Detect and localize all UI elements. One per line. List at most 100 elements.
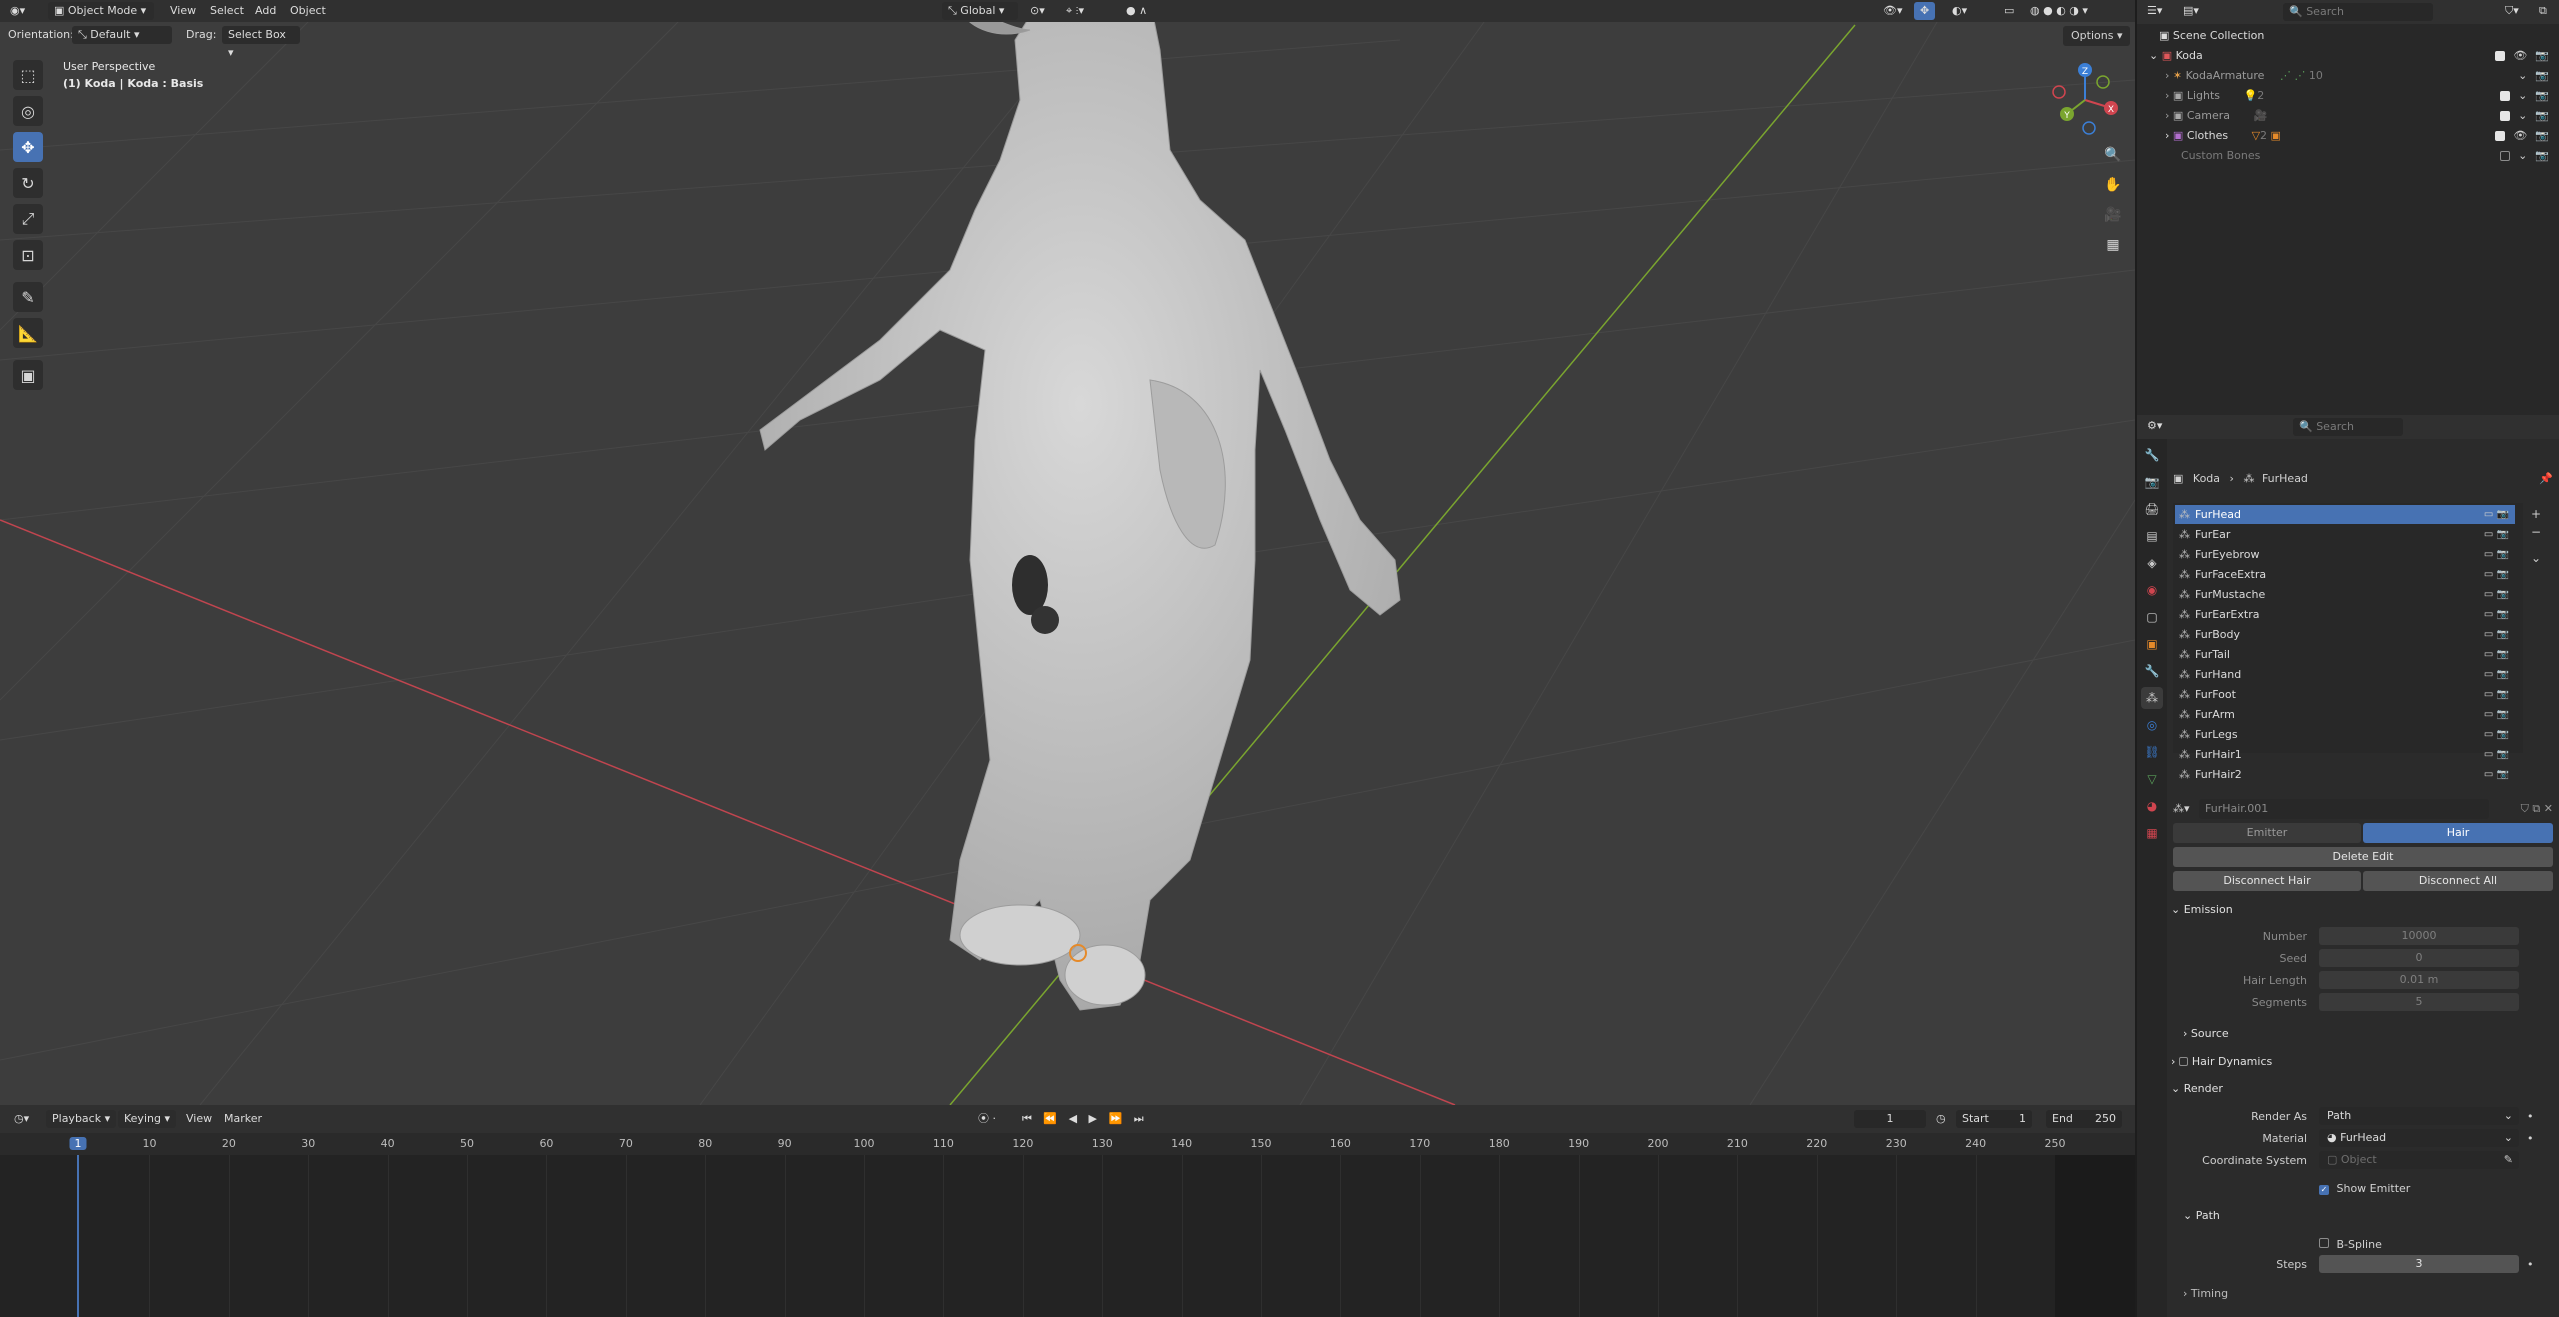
hair-length-field[interactable]: 0.01 m: [2319, 971, 2519, 989]
world-tab-icon[interactable]: ◉: [2141, 579, 2163, 601]
properties-search[interactable]: 🔍 Search: [2293, 418, 2403, 436]
display-mode-icon[interactable]: ▤▾: [2177, 2, 2205, 20]
coordinate-system-field[interactable]: ▢ Object ✎: [2319, 1151, 2519, 1169]
editor-type-icon[interactable]: ◉▾: [4, 2, 31, 20]
tool-tab-icon[interactable]: 🔧: [2141, 444, 2163, 466]
end-frame-field[interactable]: End 250: [2046, 1110, 2122, 1128]
particles-tab-icon[interactable]: ⁂: [2141, 687, 2163, 709]
particle-system-item[interactable]: ⁂ FurHair1 ▭ 📷: [2175, 745, 2515, 764]
particle-system-item[interactable]: ⁂ FurHead ▭ 📷: [2175, 505, 2515, 524]
particle-system-item[interactable]: ⁂ FurHair2 ▭ 📷: [2175, 765, 2515, 784]
shading-modes[interactable]: ◍ ● ◐ ◑ ▾: [2024, 2, 2094, 20]
start-frame-field[interactable]: Start 1: [1956, 1110, 2032, 1128]
filter-icon[interactable]: ⛉▾: [2499, 2, 2525, 20]
outliner-item-lights[interactable]: › ▣ Lights 💡2 ⌄ 📷: [2137, 86, 2559, 106]
disconnect-hair-button[interactable]: Disconnect Hair: [2173, 871, 2361, 891]
move-tool[interactable]: ✥: [13, 132, 43, 162]
path-subpanel-header[interactable]: ⌄ Path: [2183, 1205, 2559, 1227]
playhead-line[interactable]: [77, 1155, 79, 1317]
new-collection-icon[interactable]: ⧉: [2533, 2, 2553, 20]
particle-system-item[interactable]: ⁂ FurArm ▭ 📷: [2175, 705, 2515, 724]
select-box-tool[interactable]: ⬚: [13, 60, 43, 90]
orientation-dropdown[interactable]: ⤡ Default ▾: [72, 26, 172, 44]
bspline-row[interactable]: B-Spline: [2319, 1233, 2519, 1253]
transform-tool[interactable]: ⊡: [13, 240, 43, 270]
texture-tab-icon[interactable]: ▦: [2141, 822, 2163, 844]
object-tab-icon[interactable]: ▣: [2141, 633, 2163, 655]
xray-icon[interactable]: ▭: [1998, 2, 2020, 20]
properties-editor[interactable]: ⚙▾ 🔍 Search 🔧 📷 🖨 ▤ ◈ ◉ ▢ ▣ 🔧 ⁂ ◎ ⛓ ▽ ◕ …: [2137, 415, 2559, 1317]
scene-collection-row[interactable]: ▣ Scene Collection: [2137, 26, 2559, 46]
outliner-item-custom-bones[interactable]: Custom Bones ⌄ 📷: [2137, 146, 2559, 166]
options-button[interactable]: Options ▾: [2063, 26, 2131, 46]
render-as-anim-dot[interactable]: •: [2527, 1107, 2534, 1127]
clock-icon[interactable]: ◷: [1930, 1110, 1952, 1128]
rotate-tool[interactable]: ↻: [13, 168, 43, 198]
fake-user-icon[interactable]: ⛉ ⧉ ✕: [2521, 799, 2553, 819]
navigation-gizmo[interactable]: Z X Y: [2045, 60, 2125, 140]
zoom-icon[interactable]: 🔍: [2100, 142, 2126, 168]
particle-visibility-toggles[interactable]: ▭ 📷: [2484, 645, 2509, 664]
particle-system-item[interactable]: ⁂ FurEarExtra ▭ 📷: [2175, 605, 2515, 624]
outliner[interactable]: ☰▾ ▤▾ 🔍 Search ⛉▾ ⧉ ▣ Scene Collection ⌄…: [2137, 0, 2559, 415]
properties-editor-type-icon[interactable]: ⚙▾: [2141, 417, 2168, 435]
particle-system-item[interactable]: ⁂ FurEar ▭ 📷: [2175, 525, 2515, 544]
camera-view-icon[interactable]: 🎥: [2100, 202, 2126, 228]
particle-visibility-toggles[interactable]: ▭ 📷: [2484, 605, 2509, 624]
overlays-icon[interactable]: ◐▾: [1946, 2, 1973, 20]
clothes-toggles[interactable]: 👁 📷: [2495, 126, 2549, 146]
render-as-dropdown[interactable]: Path ⌄: [2319, 1107, 2519, 1125]
outliner-item-camera[interactable]: › ▣ Camera 🎥 ⌄ 📷: [2137, 106, 2559, 126]
measure-tool[interactable]: 📐: [13, 318, 43, 348]
seed-field[interactable]: 0: [2319, 949, 2519, 967]
playback-controls[interactable]: ⏮ ⏪ ◀ ▶ ⏩ ⏭: [1016, 1110, 1154, 1128]
scale-tool[interactable]: ⤢: [13, 204, 43, 234]
add-particle-system-icon[interactable]: +: [2527, 505, 2545, 523]
particle-system-item[interactable]: ⁂ FurFaceExtra ▭ 📷: [2175, 565, 2515, 584]
disconnect-all-button[interactable]: Disconnect All: [2363, 871, 2553, 891]
playhead-frame-label[interactable]: 1: [69, 1137, 87, 1150]
timeline-body[interactable]: [0, 1155, 2135, 1317]
snap-icon[interactable]: ⌖ ⫶▾: [1060, 2, 1090, 20]
proportional-edit-icon[interactable]: ● ∧: [1120, 2, 1153, 20]
hair-dynamics-checkbox[interactable]: [2178, 1057, 2188, 1066]
menu-view[interactable]: View: [164, 2, 202, 20]
outliner-item-koda[interactable]: ⌄ ▣ Koda 👁 📷: [2137, 46, 2559, 66]
particle-visibility-toggles[interactable]: ▭ 📷: [2484, 565, 2509, 584]
delete-edit-button[interactable]: Delete Edit: [2173, 847, 2553, 867]
render-tab-icon[interactable]: 📷: [2141, 471, 2163, 493]
collection-tab-icon[interactable]: ▢: [2141, 606, 2163, 628]
pin-icon[interactable]: 📌: [2539, 469, 2553, 489]
pan-hand-icon[interactable]: ✋: [2100, 172, 2126, 198]
lights-toggles[interactable]: ⌄ 📷: [2500, 86, 2549, 106]
show-emitter-row[interactable]: ✓ Show Emitter: [2319, 1179, 2519, 1199]
particle-visibility-toggles[interactable]: ▭ 📷: [2484, 765, 2509, 784]
gizmo-toggle-icon[interactable]: ✥: [1914, 2, 1936, 20]
modifier-tab-icon[interactable]: 🔧: [2141, 660, 2163, 682]
output-tab-icon[interactable]: 🖨: [2141, 498, 2163, 520]
number-field[interactable]: 10000: [2319, 927, 2519, 945]
ortho-grid-icon[interactable]: ▦: [2100, 232, 2126, 258]
material-dropdown[interactable]: ◕ FurHead ⌄: [2319, 1129, 2519, 1147]
particle-system-item[interactable]: ⁂ FurLegs ▭ 📷: [2175, 725, 2515, 744]
emission-panel-header[interactable]: ⌄ Emission: [2171, 899, 2555, 921]
auto-keying-icon[interactable]: ⦿ ·: [972, 1110, 1002, 1128]
menu-timeline-view[interactable]: View: [180, 1110, 218, 1128]
menu-select[interactable]: Select: [204, 2, 250, 20]
particle-visibility-toggles[interactable]: ▭ 📷: [2484, 525, 2509, 544]
material-tab-icon[interactable]: ◕: [2141, 795, 2163, 817]
render-panel-header[interactable]: ⌄ Render: [2171, 1078, 2555, 1100]
current-frame-field[interactable]: 1: [1854, 1110, 1926, 1128]
menu-playback[interactable]: Playback ▾: [46, 1110, 117, 1128]
particle-system-list[interactable]: ⁂ FurHead ▭ 📷 ⁂ FurEar ▭ 📷 ⁂ FurEyebrow ▭ 📷 ⁂ FurF…: [2173, 503, 2523, 781]
menu-marker[interactable]: Marker: [218, 1110, 268, 1128]
drag-dropdown[interactable]: Select Box ▾: [222, 26, 300, 59]
hair-dynamics-panel-header[interactable]: › Hair Dynamics: [2171, 1051, 2555, 1073]
pivot-icon[interactable]: ⊙▾: [1024, 2, 1051, 20]
scene-tab-icon[interactable]: ◈: [2141, 552, 2163, 574]
emitter-type-button[interactable]: Emitter: [2173, 823, 2361, 843]
particle-visibility-toggles[interactable]: ▭ 📷: [2484, 685, 2509, 704]
particle-system-item[interactable]: ⁂ FurMustache ▭ 📷: [2175, 585, 2515, 604]
particle-system-item[interactable]: ⁂ FurHand ▭ 📷: [2175, 665, 2515, 684]
menu-keying[interactable]: Keying ▾: [118, 1110, 176, 1128]
